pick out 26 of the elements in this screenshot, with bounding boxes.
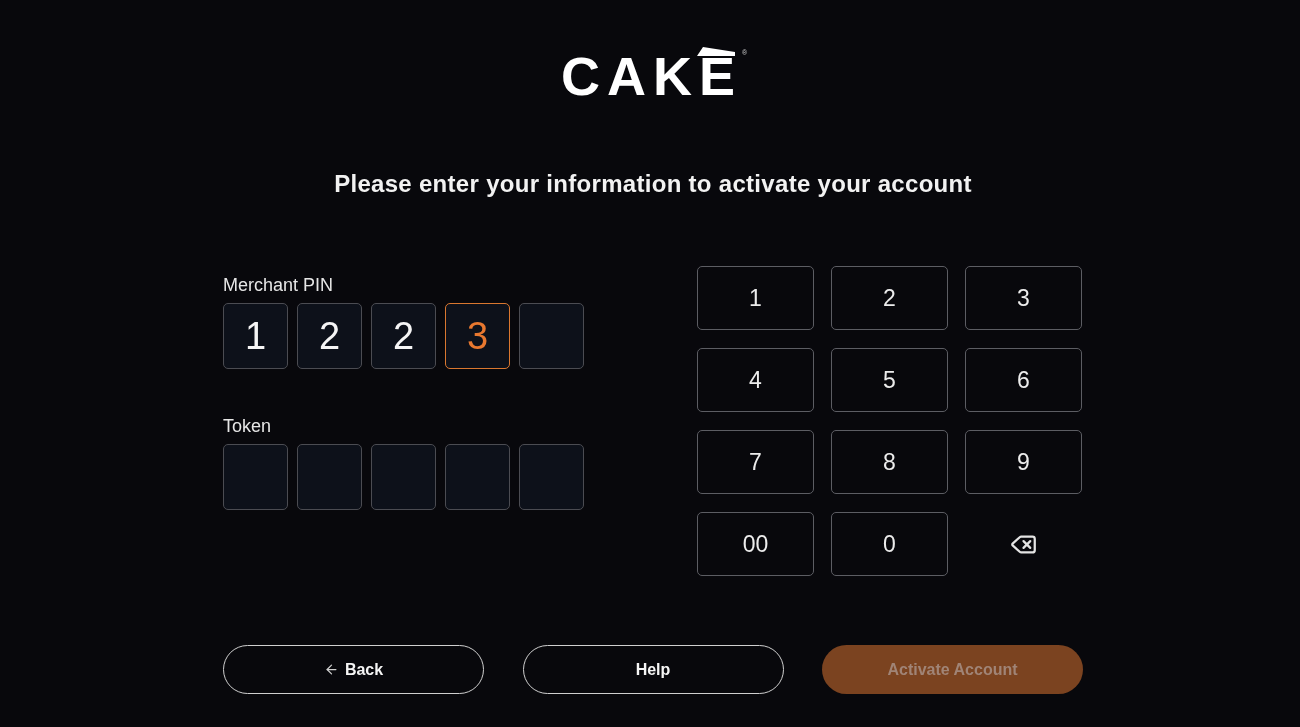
- pin-digit-field[interactable]: [371, 444, 436, 510]
- keypad-key[interactable]: 3: [965, 266, 1082, 330]
- pin-digit-field[interactable]: [519, 444, 584, 510]
- roof-icon: [696, 47, 735, 56]
- field-label: Token: [223, 415, 273, 438]
- keypad-key[interactable]: 0: [831, 512, 948, 576]
- pin-digit-field[interactable]: [445, 444, 510, 510]
- keypad-key[interactable]: 2: [831, 266, 948, 330]
- keypad-key[interactable]: 1: [697, 266, 814, 330]
- pin-digit-field[interactable]: 2: [371, 303, 436, 369]
- keypad-key[interactable]: 8: [831, 430, 948, 494]
- pin-digit-field[interactable]: 1: [223, 303, 288, 369]
- keypad-key[interactable]: 7: [697, 430, 814, 494]
- pin-digit-field[interactable]: [223, 444, 288, 510]
- pin-digit-field[interactable]: [297, 444, 362, 510]
- keypad-key[interactable]: 9: [965, 430, 1082, 494]
- keypad-key[interactable]: 00: [697, 512, 814, 576]
- keypad-key[interactable]: 5: [831, 348, 948, 412]
- keypad-key[interactable]: 4: [697, 348, 814, 412]
- pin-digit-field[interactable]: 2: [297, 303, 362, 369]
- page-heading: Please enter your information to activate your account: [333, 169, 973, 199]
- keypad-key[interactable]: 6: [965, 348, 1082, 412]
- logo-text: CAKE: [559, 56, 742, 96]
- field-label: Merchant PIN: [223, 274, 335, 297]
- pin-digit-field[interactable]: [519, 303, 584, 369]
- pin-digit-field[interactable]: 3: [445, 303, 510, 369]
